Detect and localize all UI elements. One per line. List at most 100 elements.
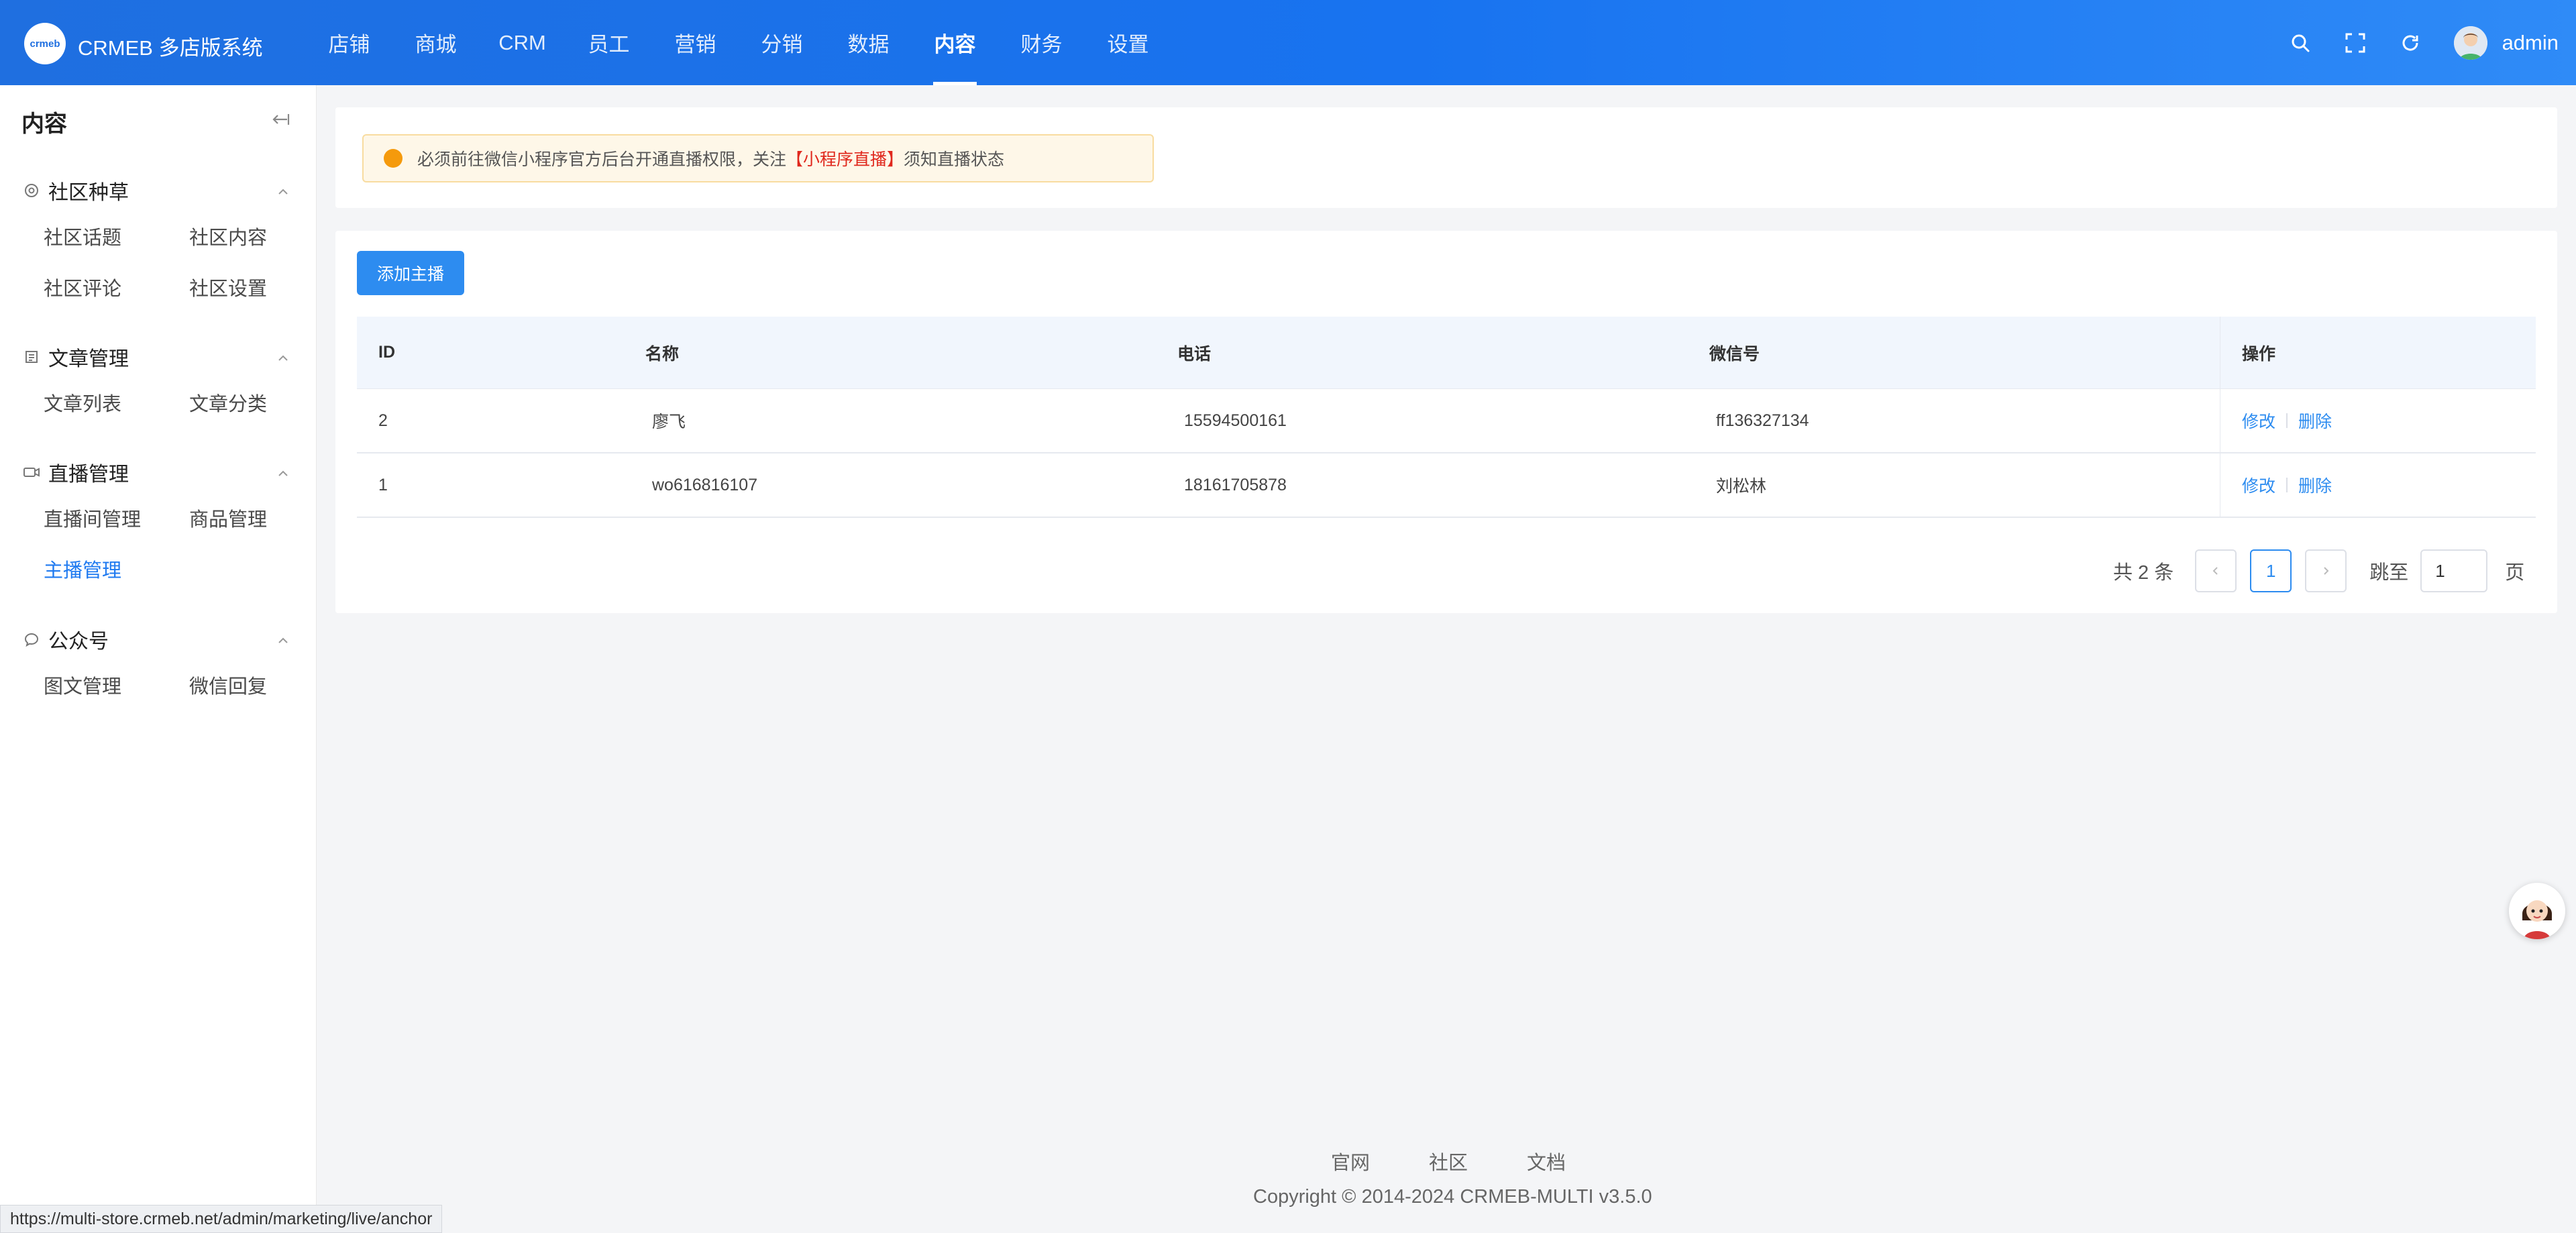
sidebar-group-articles: 文章管理 文章列表 文章分类 xyxy=(0,337,317,428)
sidebar-item-community-content[interactable]: 社区内容 xyxy=(145,211,317,262)
next-page-button[interactable] xyxy=(2305,549,2347,592)
fullscreen-icon[interactable] xyxy=(2344,32,2367,54)
sidebar-item-article-category[interactable]: 文章分类 xyxy=(145,377,317,428)
refresh-icon[interactable] xyxy=(2399,32,2422,54)
cell-actions: 修改 删除 xyxy=(2220,453,2536,517)
pagination-total: 共 2 条 xyxy=(2113,562,2174,584)
cell-phone: 15594500161 xyxy=(1184,411,1287,430)
user-name[interactable]: admin xyxy=(2502,31,2559,55)
jump-label: 跳至 xyxy=(2369,562,2409,584)
table-header: ID 名称 电话 微信号 操作 xyxy=(357,317,2536,389)
cell-id: 1 xyxy=(378,475,388,494)
sidebar-group-head-articles[interactable]: 文章管理 xyxy=(0,337,317,377)
article-icon xyxy=(23,348,40,366)
footer-link-docs[interactable]: 文档 xyxy=(1527,1147,1566,1175)
warning-dot-icon xyxy=(384,149,402,168)
nav-item-mall[interactable]: 商城 xyxy=(392,0,479,85)
sidebar-group-official-account: 公众号 图文管理 微信回复 xyxy=(0,619,317,710)
chevron-up-icon xyxy=(275,349,291,365)
sidebar-item-community-settings[interactable]: 社区设置 xyxy=(145,262,317,313)
sidebar-group-head-community[interactable]: 社区种草 xyxy=(0,170,317,211)
logo-text: crmeb xyxy=(30,38,60,50)
delete-link[interactable]: 删除 xyxy=(2298,473,2332,497)
sidebar-item-live-rooms[interactable]: 直播间管理 xyxy=(0,492,145,543)
nav-item-distribution[interactable]: 分销 xyxy=(739,0,825,85)
header-tools: admin xyxy=(2289,0,2576,85)
customer-service-avatar-icon[interactable] xyxy=(2509,883,2565,939)
chat-icon xyxy=(23,631,40,648)
video-icon xyxy=(23,464,40,481)
search-icon[interactable] xyxy=(2289,32,2312,54)
table-row: 2 廖飞 15594500161 ff136327134 修改 删除 xyxy=(357,389,2536,453)
collapse-sidebar-icon[interactable] xyxy=(271,109,291,129)
nav-item-crm[interactable]: CRM xyxy=(479,0,566,85)
sidebar-title: 内容 xyxy=(21,111,67,137)
nav-item-staff[interactable]: 员工 xyxy=(566,0,652,85)
notice-banner: 必须前往微信小程序官方后台开通直播权限，关注 【小程序直播】 须知直播状态 xyxy=(362,134,1154,182)
chevron-up-icon xyxy=(275,464,291,480)
chevron-right-icon xyxy=(2324,567,2329,575)
sidebar-item-community-comments[interactable]: 社区评论 xyxy=(0,262,145,313)
nav-item-store[interactable]: 店铺 xyxy=(306,0,392,85)
nav-item-content[interactable]: 内容 xyxy=(912,0,998,85)
sidebar-item-wechat-reply[interactable]: 微信回复 xyxy=(145,659,317,710)
sidebar-group-label: 公众号 xyxy=(48,631,109,653)
sidebar-item-community-topics[interactable]: 社区话题 xyxy=(0,211,145,262)
main-nav: 店铺 商城 CRM 员工 营销 分销 数据 内容 财务 设置 xyxy=(306,0,1171,85)
top-header: crmeb CRMEB 多店版系统 店铺 商城 CRM 员工 营销 分销 数据 … xyxy=(0,0,2576,85)
nav-item-finance[interactable]: 财务 xyxy=(998,0,1085,85)
notice-suffix: 须知直播状态 xyxy=(904,150,1005,169)
nav-item-data[interactable]: 数据 xyxy=(825,0,912,85)
sidebar-item-live-products[interactable]: 商品管理 xyxy=(145,492,317,543)
column-header-wechat: 微信号 xyxy=(1709,344,1760,364)
edit-link[interactable]: 修改 xyxy=(2242,473,2275,497)
cell-wechat: 刘松林 xyxy=(1716,477,1767,496)
avatar[interactable] xyxy=(2453,25,2487,60)
sidebar-item-article-list[interactable]: 文章列表 xyxy=(0,377,145,428)
add-anchor-button[interactable]: 添加主播 xyxy=(357,251,464,295)
delete-link[interactable]: 删除 xyxy=(2298,409,2332,433)
action-divider xyxy=(2286,478,2288,492)
sidebar-item-graphic-management[interactable]: 图文管理 xyxy=(0,659,145,710)
column-header-name: 名称 xyxy=(645,344,680,364)
sidebar-group-label: 直播管理 xyxy=(48,464,129,486)
table-row: 1 wo616816107 18161705878 刘松林 修改 删除 xyxy=(357,453,2536,518)
column-header-actions: 操作 xyxy=(2220,317,2536,388)
status-bar-url: https://multi-store.crmeb.net/admin/mark… xyxy=(0,1205,443,1233)
chevron-up-icon xyxy=(275,182,291,199)
column-header-id: ID xyxy=(378,343,395,362)
app-title: CRMEB 多店版系统 xyxy=(78,36,263,60)
action-divider xyxy=(2286,413,2288,428)
sidebar-group-label: 文章管理 xyxy=(48,348,129,370)
crmeb-logo[interactable]: crmeb xyxy=(24,23,66,64)
sidebar-item-anchor-management[interactable]: 主播管理 xyxy=(0,543,145,594)
sidebar-group-head-live[interactable]: 直播管理 xyxy=(0,452,317,492)
cell-id: 2 xyxy=(378,411,388,430)
prev-page-button[interactable] xyxy=(2195,549,2237,592)
copyright: Copyright © 2014-2024 CRMEB-MULTI v3.5.0 xyxy=(1253,1186,1652,1208)
chevron-up-icon xyxy=(275,631,291,647)
notice-highlight: 【小程序直播】 xyxy=(786,150,904,169)
page-suffix: 页 xyxy=(2505,562,2525,584)
sidebar-group-label: 社区种草 xyxy=(48,182,129,204)
cell-name: wo616816107 xyxy=(652,475,758,494)
nav-item-marketing[interactable]: 营销 xyxy=(652,0,739,85)
target-icon xyxy=(23,182,40,199)
cell-actions: 修改 删除 xyxy=(2220,389,2536,452)
jump-page-input[interactable] xyxy=(2420,549,2488,592)
cell-wechat: ff136327134 xyxy=(1716,411,1809,430)
sidebar-group-live: 直播管理 直播间管理 商品管理 主播管理 xyxy=(0,452,317,594)
sidebar-group-community: 社区种草 社区话题 社区内容 社区评论 社区设置 xyxy=(0,170,317,313)
anchor-table: ID 名称 电话 微信号 操作 2 廖飞 15594500161 ff13632… xyxy=(357,317,2536,518)
footer-link-community[interactable]: 社区 xyxy=(1429,1147,1468,1175)
nav-item-settings[interactable]: 设置 xyxy=(1085,0,1171,85)
edit-link[interactable]: 修改 xyxy=(2242,409,2275,433)
footer-links: 官网 社区 文档 xyxy=(1331,1147,1625,1175)
footer-link-official[interactable]: 官网 xyxy=(1331,1147,1370,1175)
notice-prefix: 必须前往微信小程序官方后台开通直播权限，关注 xyxy=(417,150,787,169)
pagination: 共 2 条 1 跳至 页 xyxy=(2113,549,2524,593)
sidebar-group-head-official-account[interactable]: 公众号 xyxy=(0,619,317,659)
page-number-button[interactable]: 1 xyxy=(2250,549,2292,592)
cell-name: 廖飞 xyxy=(652,413,686,431)
cell-phone: 18161705878 xyxy=(1184,475,1287,494)
